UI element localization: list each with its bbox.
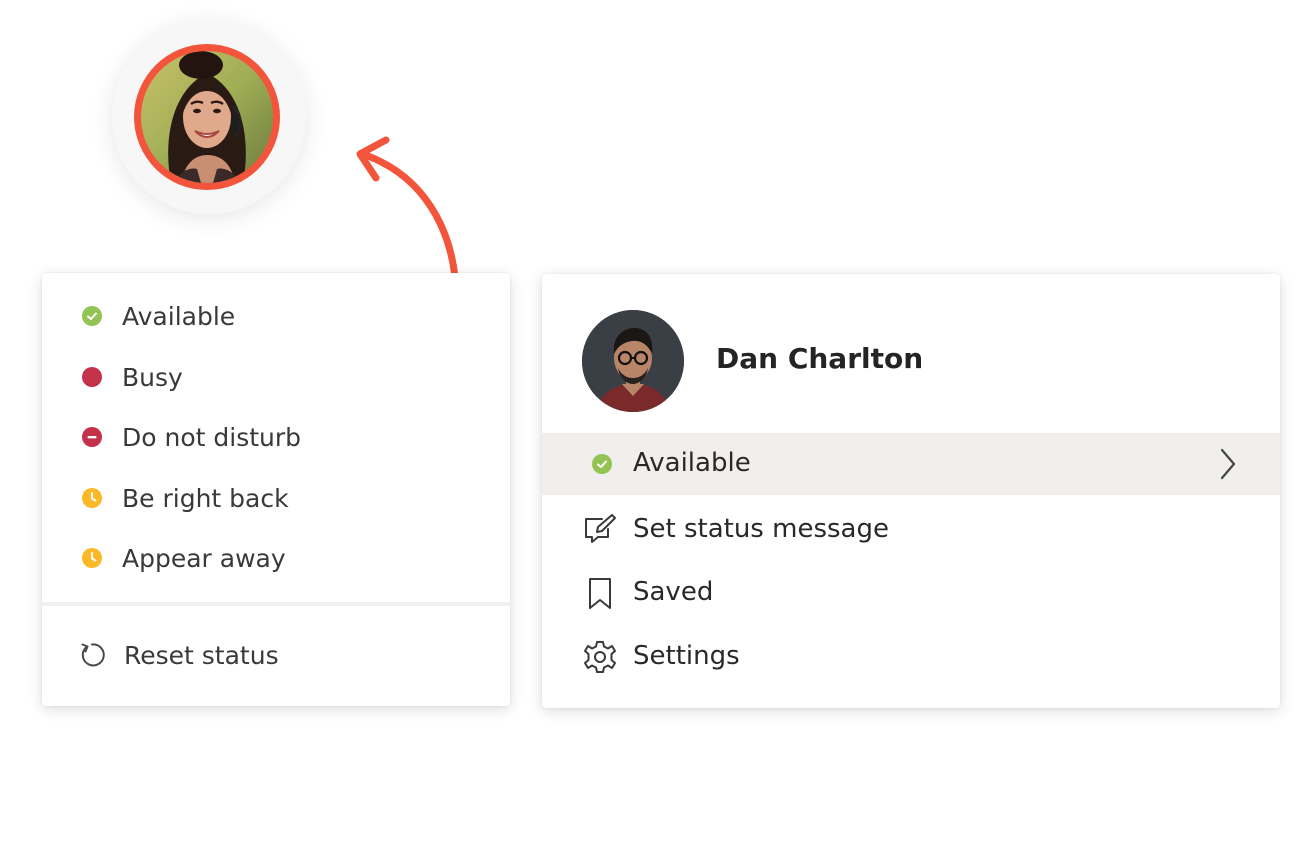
clock-icon (82, 548, 102, 568)
avatar-photo-illustration (141, 51, 273, 183)
status-option-appear-away[interactable]: Appear away (42, 528, 510, 588)
status-option-be-right-back[interactable]: Be right back (42, 468, 510, 528)
status-selector-row[interactable]: Available (542, 433, 1280, 495)
set-status-message-button[interactable]: Set status message (542, 499, 1280, 561)
stage: Available Busy Do not disturb Be right b… (0, 0, 1316, 858)
profile-name: Dan Charlton (716, 342, 924, 375)
status-option-label: Busy (122, 362, 183, 392)
settings-label: Settings (633, 641, 740, 671)
status-option-available[interactable]: Available (42, 286, 510, 346)
saved-button[interactable]: Saved (542, 562, 1280, 624)
status-menu: Available Busy Do not disturb Be right b… (42, 273, 510, 706)
clock-icon (82, 488, 102, 508)
status-option-label: Do not disturb (122, 422, 302, 452)
status-option-label: Be right back (122, 483, 289, 513)
reset-icon (81, 643, 105, 667)
gear-icon (584, 641, 616, 673)
reset-status-button[interactable]: Reset status (42, 625, 510, 685)
edit-message-icon (585, 514, 616, 543)
status-option-do-not-disturb[interactable]: Do not disturb (42, 407, 510, 467)
chevron-right-icon (1220, 448, 1236, 480)
set-status-message-label: Set status message (633, 514, 889, 544)
bookmark-icon (589, 578, 611, 609)
user-avatar[interactable] (141, 51, 273, 183)
reset-status-label: Reset status (124, 640, 279, 670)
available-check-icon (592, 454, 612, 474)
settings-button[interactable]: Settings (542, 626, 1280, 688)
do-not-disturb-icon (82, 427, 102, 447)
profile-photo-illustration (582, 310, 684, 412)
busy-dot-icon (82, 367, 102, 387)
saved-label: Saved (633, 577, 714, 607)
menu-divider (42, 602, 510, 606)
status-option-label: Available (122, 301, 236, 331)
status-option-label: Appear away (122, 543, 286, 573)
profile-card: Dan Charlton Available Set status messag… (542, 274, 1280, 708)
current-status-label: Available (633, 448, 751, 478)
profile-avatar[interactable] (582, 310, 684, 412)
available-check-icon (82, 306, 102, 326)
status-option-busy[interactable]: Busy (42, 347, 510, 407)
